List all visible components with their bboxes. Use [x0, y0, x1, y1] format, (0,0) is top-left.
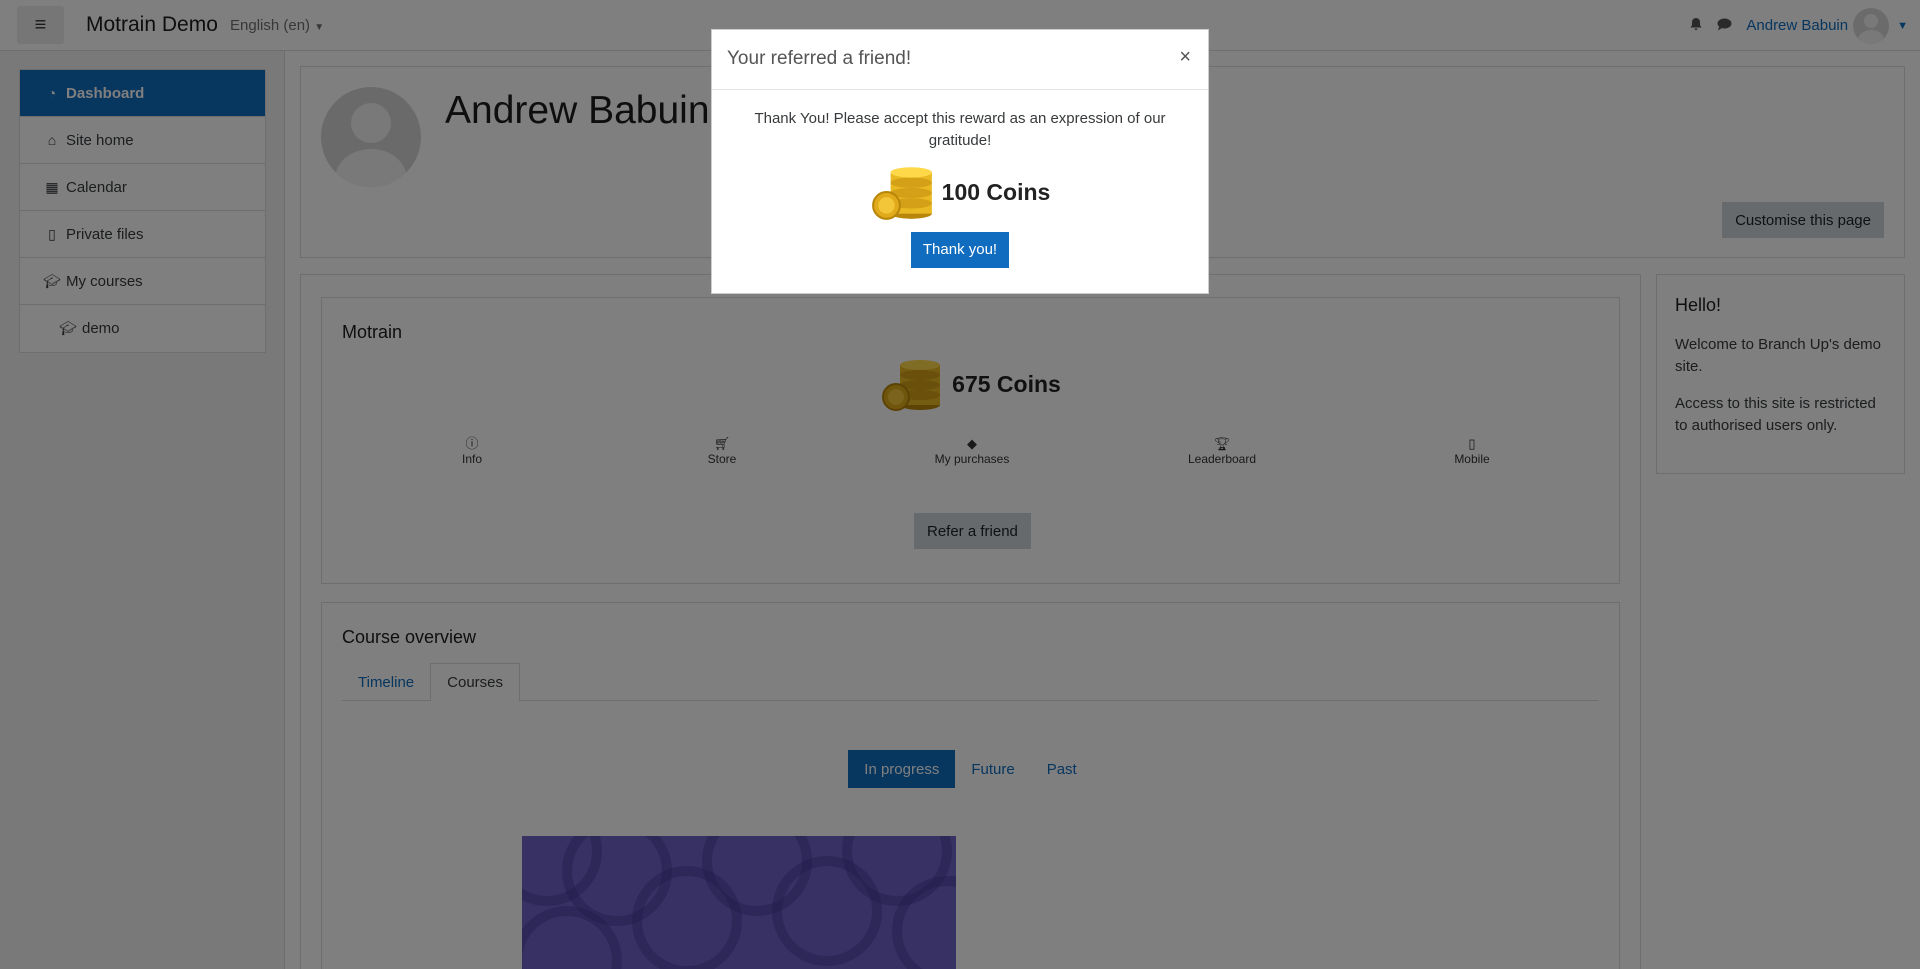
coins-icon [871, 167, 932, 220]
modal-header: Your referred a friend! × [712, 30, 1208, 90]
reward-amount: 100 Coins [941, 178, 1051, 205]
modal-body: Thank You! Please accept this reward as … [712, 90, 1208, 268]
close-icon[interactable]: × [1179, 46, 1191, 69]
modal-title: Your referred a friend! [727, 48, 912, 69]
referral-modal: Your referred a friend! × Thank You! Ple… [711, 29, 1209, 294]
reward-amount-row: 100 Coins [742, 162, 1178, 222]
modal-message: Thank You! Please accept this reward as … [754, 110, 1166, 149]
thank-you-button[interactable]: Thank you! [910, 232, 1010, 268]
